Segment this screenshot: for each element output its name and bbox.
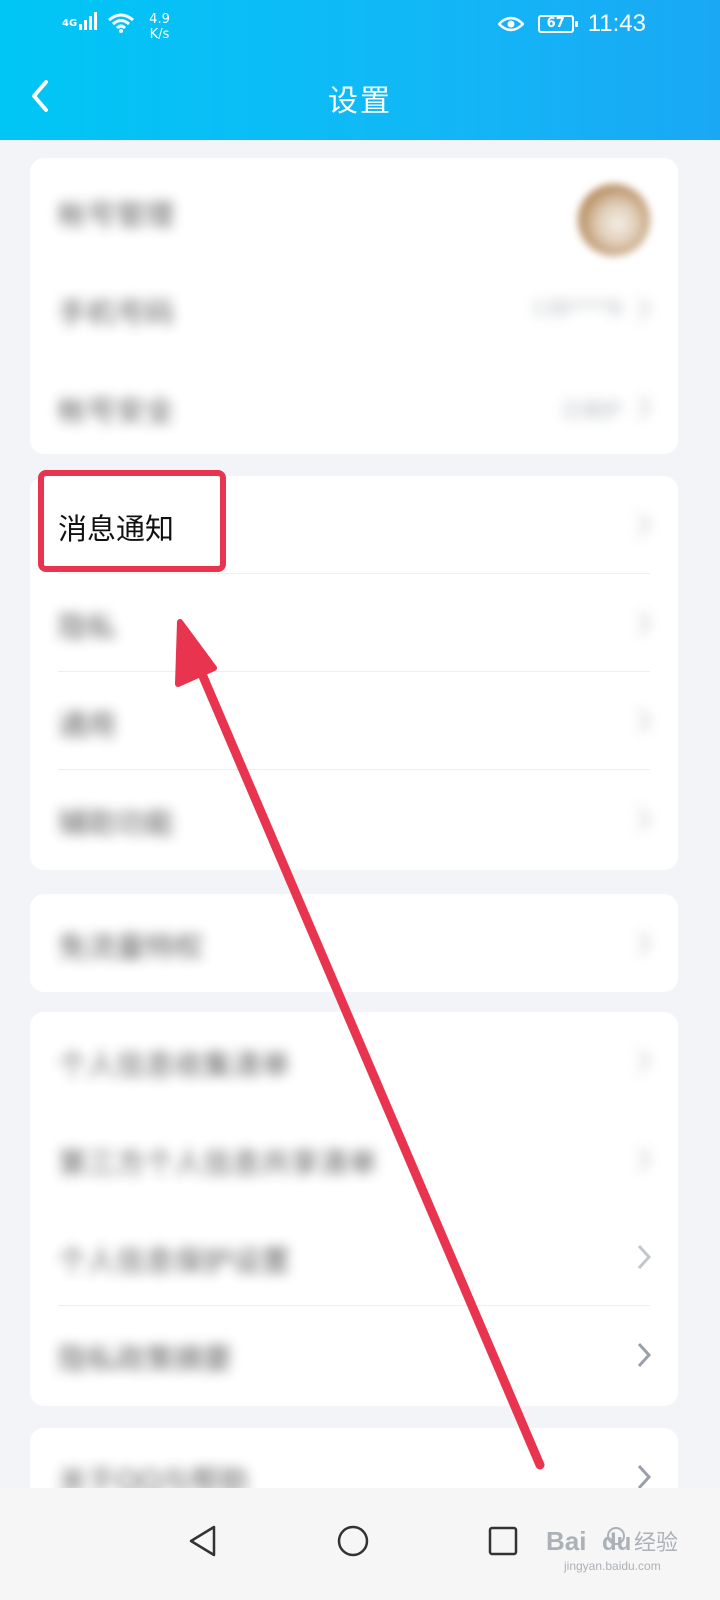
settings-row-general[interactable]: 通用	[30, 672, 678, 770]
nav-home-icon[interactable]	[336, 1524, 370, 1558]
chevron-right-icon	[637, 930, 652, 956]
privacy-info-group: 个人信息收集清单 第三方个人信息共享清单 个人信息保护设置 隐私政策摘要	[30, 1012, 678, 1406]
svg-text:jingyan.baidu.com: jingyan.baidu.com	[563, 1559, 661, 1573]
chevron-right-icon	[637, 1048, 652, 1074]
svg-text:du: du	[602, 1529, 631, 1556]
row-label: 隐私	[58, 610, 117, 644]
settings-row-account-management[interactable]: 帐号管理	[30, 162, 678, 260]
row-label: 帐号管理	[58, 198, 175, 232]
page-title: 设置	[328, 84, 392, 119]
chevron-right-icon	[637, 610, 652, 636]
row-label: 第三方个人信息共享清单	[58, 1146, 378, 1180]
battery-icon: 67	[537, 15, 578, 33]
chevron-right-icon	[637, 512, 652, 538]
row-label: 隐私政策摘要	[58, 1342, 233, 1376]
nav-recents-icon[interactable]	[486, 1524, 520, 1558]
row-label: 帐号安全	[58, 394, 175, 428]
annotation-highlight-box	[38, 470, 226, 572]
settings-row-privacy[interactable]: 隐私	[30, 574, 678, 672]
settings-row-privacy-summary[interactable]: 隐私政策摘要	[30, 1306, 678, 1404]
svg-text:Bai: Bai	[546, 1526, 586, 1556]
nav-back-icon[interactable]	[186, 1524, 220, 1558]
settings-row-accessibility[interactable]: 辅助功能	[30, 770, 678, 868]
traffic-group: 免流量特权	[30, 894, 678, 992]
row-label: 个人信息收集清单	[58, 1048, 291, 1082]
chevron-right-icon	[637, 708, 652, 734]
signal-icon	[79, 12, 98, 30]
chevron-right-icon	[637, 806, 652, 832]
row-label: 通用	[58, 708, 117, 742]
row-value: 已保护	[562, 398, 622, 422]
chevron-right-icon	[637, 1342, 652, 1368]
status-bar: 4G 4.9 K/s 67 11:43	[0, 0, 720, 52]
row-label: 免流量特权	[58, 930, 204, 964]
signal-indicator: 4G	[62, 12, 99, 30]
row-label: 手机号码	[58, 296, 175, 330]
row-label: 辅助功能	[58, 806, 175, 840]
network-speed: 4.9 K/s	[149, 12, 170, 42]
watermark-logo: Bai du 经验 jingyan.baidu.com	[546, 1526, 678, 1573]
row-label: 个人信息保护设置	[58, 1244, 291, 1278]
eye-icon	[497, 16, 524, 32]
status-time: 11:43	[587, 10, 646, 37]
chevron-right-icon	[637, 1244, 652, 1270]
settings-row-protection-settings[interactable]: 个人信息保护设置	[30, 1208, 678, 1306]
svg-text:经验: 经验	[634, 1531, 678, 1556]
avatar	[578, 184, 650, 256]
settings-row-phone-number[interactable]: 手机号码 138****8	[30, 260, 678, 358]
account-group: 帐号管理 手机号码 138****8 帐号安全 已保护	[30, 158, 678, 454]
system-nav-bar: Bai du 经验 jingyan.baidu.com	[0, 1488, 720, 1600]
row-value: 138****8	[531, 296, 622, 320]
settings-row-account-security[interactable]: 帐号安全 已保护	[30, 358, 678, 456]
wifi-icon	[108, 13, 135, 33]
network-type: 4G	[62, 18, 78, 29]
chevron-right-icon	[637, 1146, 652, 1172]
chevron-right-icon	[637, 296, 652, 322]
chevron-right-icon	[637, 394, 652, 420]
settings-row-third-party-sharing[interactable]: 第三方个人信息共享清单	[30, 1110, 678, 1208]
settings-row-info-collection[interactable]: 个人信息收集清单	[30, 1012, 678, 1110]
settings-row-free-data[interactable]: 免流量特权	[30, 894, 678, 992]
